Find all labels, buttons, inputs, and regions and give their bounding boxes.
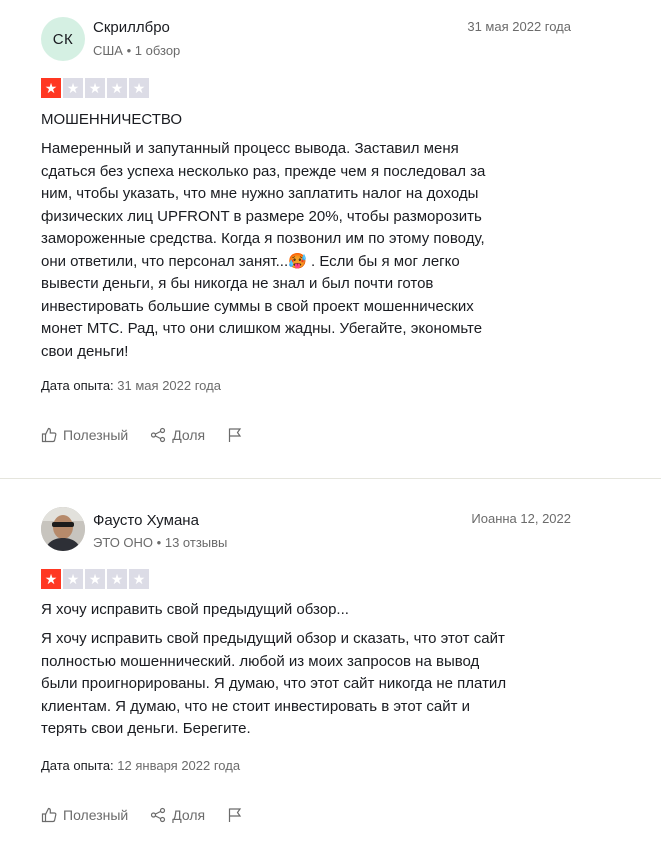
share-button[interactable]: Доля bbox=[150, 427, 205, 443]
star-icon: ★ bbox=[107, 569, 127, 589]
review-actions: Полезный Доля bbox=[41, 807, 265, 823]
review-actions: Полезный Доля bbox=[41, 427, 265, 443]
star-icon: ★ bbox=[41, 78, 61, 98]
share-label: Доля bbox=[172, 427, 206, 443]
report-button[interactable] bbox=[227, 807, 243, 823]
star-icon: ★ bbox=[107, 78, 127, 98]
reviewer-meta: США • 1 обзор bbox=[93, 43, 180, 58]
useful-button[interactable]: Полезный bbox=[41, 807, 128, 823]
share-icon bbox=[150, 807, 166, 823]
review-header: СК Скриллбро США • 1 обзор 31 мая 2022 г… bbox=[41, 0, 571, 61]
review-card: Фаусто Хумана ЭТО ОНО • 13 отзывы Иоанна… bbox=[41, 493, 571, 823]
reviewer-name[interactable]: Скриллбро bbox=[93, 19, 170, 36]
useful-label: Полезный bbox=[63, 807, 129, 823]
flag-icon bbox=[227, 427, 243, 443]
review-divider bbox=[0, 478, 661, 479]
experience-label: Дата опыта: bbox=[41, 758, 114, 773]
reviewer-country: США bbox=[93, 43, 123, 58]
star-rating: ★ ★ ★ ★ ★ bbox=[41, 569, 149, 589]
star-icon: ★ bbox=[129, 569, 149, 589]
review-title[interactable]: Я хочу исправить свой предыдущий обзор..… bbox=[41, 601, 349, 618]
flag-icon bbox=[227, 807, 243, 823]
avatar[interactable] bbox=[41, 507, 85, 551]
review-count: 13 отзывы bbox=[164, 535, 228, 550]
reviewer-name[interactable]: Фаусто Хумана bbox=[93, 512, 199, 529]
review-date: Иоанна 12, 2022 bbox=[471, 511, 571, 526]
share-label: Доля bbox=[172, 807, 206, 823]
star-rating: ★ ★ ★ ★ ★ bbox=[41, 78, 149, 98]
review-body: Я хочу исправить свой предыдущий обзор и… bbox=[41, 630, 507, 737]
user-photo-icon bbox=[41, 507, 85, 551]
separator-dot: • bbox=[156, 535, 165, 550]
experience-date: Дата опыта: 12 января 2022 года bbox=[41, 758, 240, 773]
experience-value: 31 мая 2022 года bbox=[117, 378, 221, 393]
star-icon: ★ bbox=[63, 78, 83, 98]
review-date: 31 мая 2022 года bbox=[467, 19, 571, 34]
useful-button[interactable]: Полезный bbox=[41, 427, 128, 443]
experience-value: 12 января 2022 года bbox=[117, 758, 241, 773]
review-title[interactable]: МОШЕННИЧЕСТВО bbox=[41, 111, 182, 128]
star-icon: ★ bbox=[129, 78, 149, 98]
separator-dot: • bbox=[126, 43, 135, 58]
reviewer-meta: ЭТО ОНО • 13 отзывы bbox=[93, 535, 227, 550]
avatar[interactable]: СК bbox=[41, 17, 85, 61]
thumbs-up-icon bbox=[41, 427, 57, 443]
star-icon: ★ bbox=[85, 569, 105, 589]
review-header: Фаусто Хумана ЭТО ОНО • 13 отзывы Иоанна… bbox=[41, 493, 571, 553]
thumbs-up-icon bbox=[41, 807, 57, 823]
share-button[interactable]: Доля bbox=[150, 807, 205, 823]
review-card: СК Скриллбро США • 1 обзор 31 мая 2022 г… bbox=[41, 0, 571, 443]
reviewer-country: ЭТО ОНО bbox=[93, 535, 154, 550]
star-icon: ★ bbox=[85, 78, 105, 98]
share-icon bbox=[150, 427, 166, 443]
review-count: 1 обзор bbox=[134, 43, 181, 58]
star-icon: ★ bbox=[63, 569, 83, 589]
report-button[interactable] bbox=[227, 427, 243, 443]
experience-date: Дата опыта: 31 мая 2022 года bbox=[41, 378, 221, 393]
review-body: Намеренный и запутанный процесс вывода. … bbox=[41, 140, 486, 360]
useful-label: Полезный bbox=[63, 427, 129, 443]
experience-label: Дата опыта: bbox=[41, 378, 114, 393]
star-icon: ★ bbox=[41, 569, 61, 589]
